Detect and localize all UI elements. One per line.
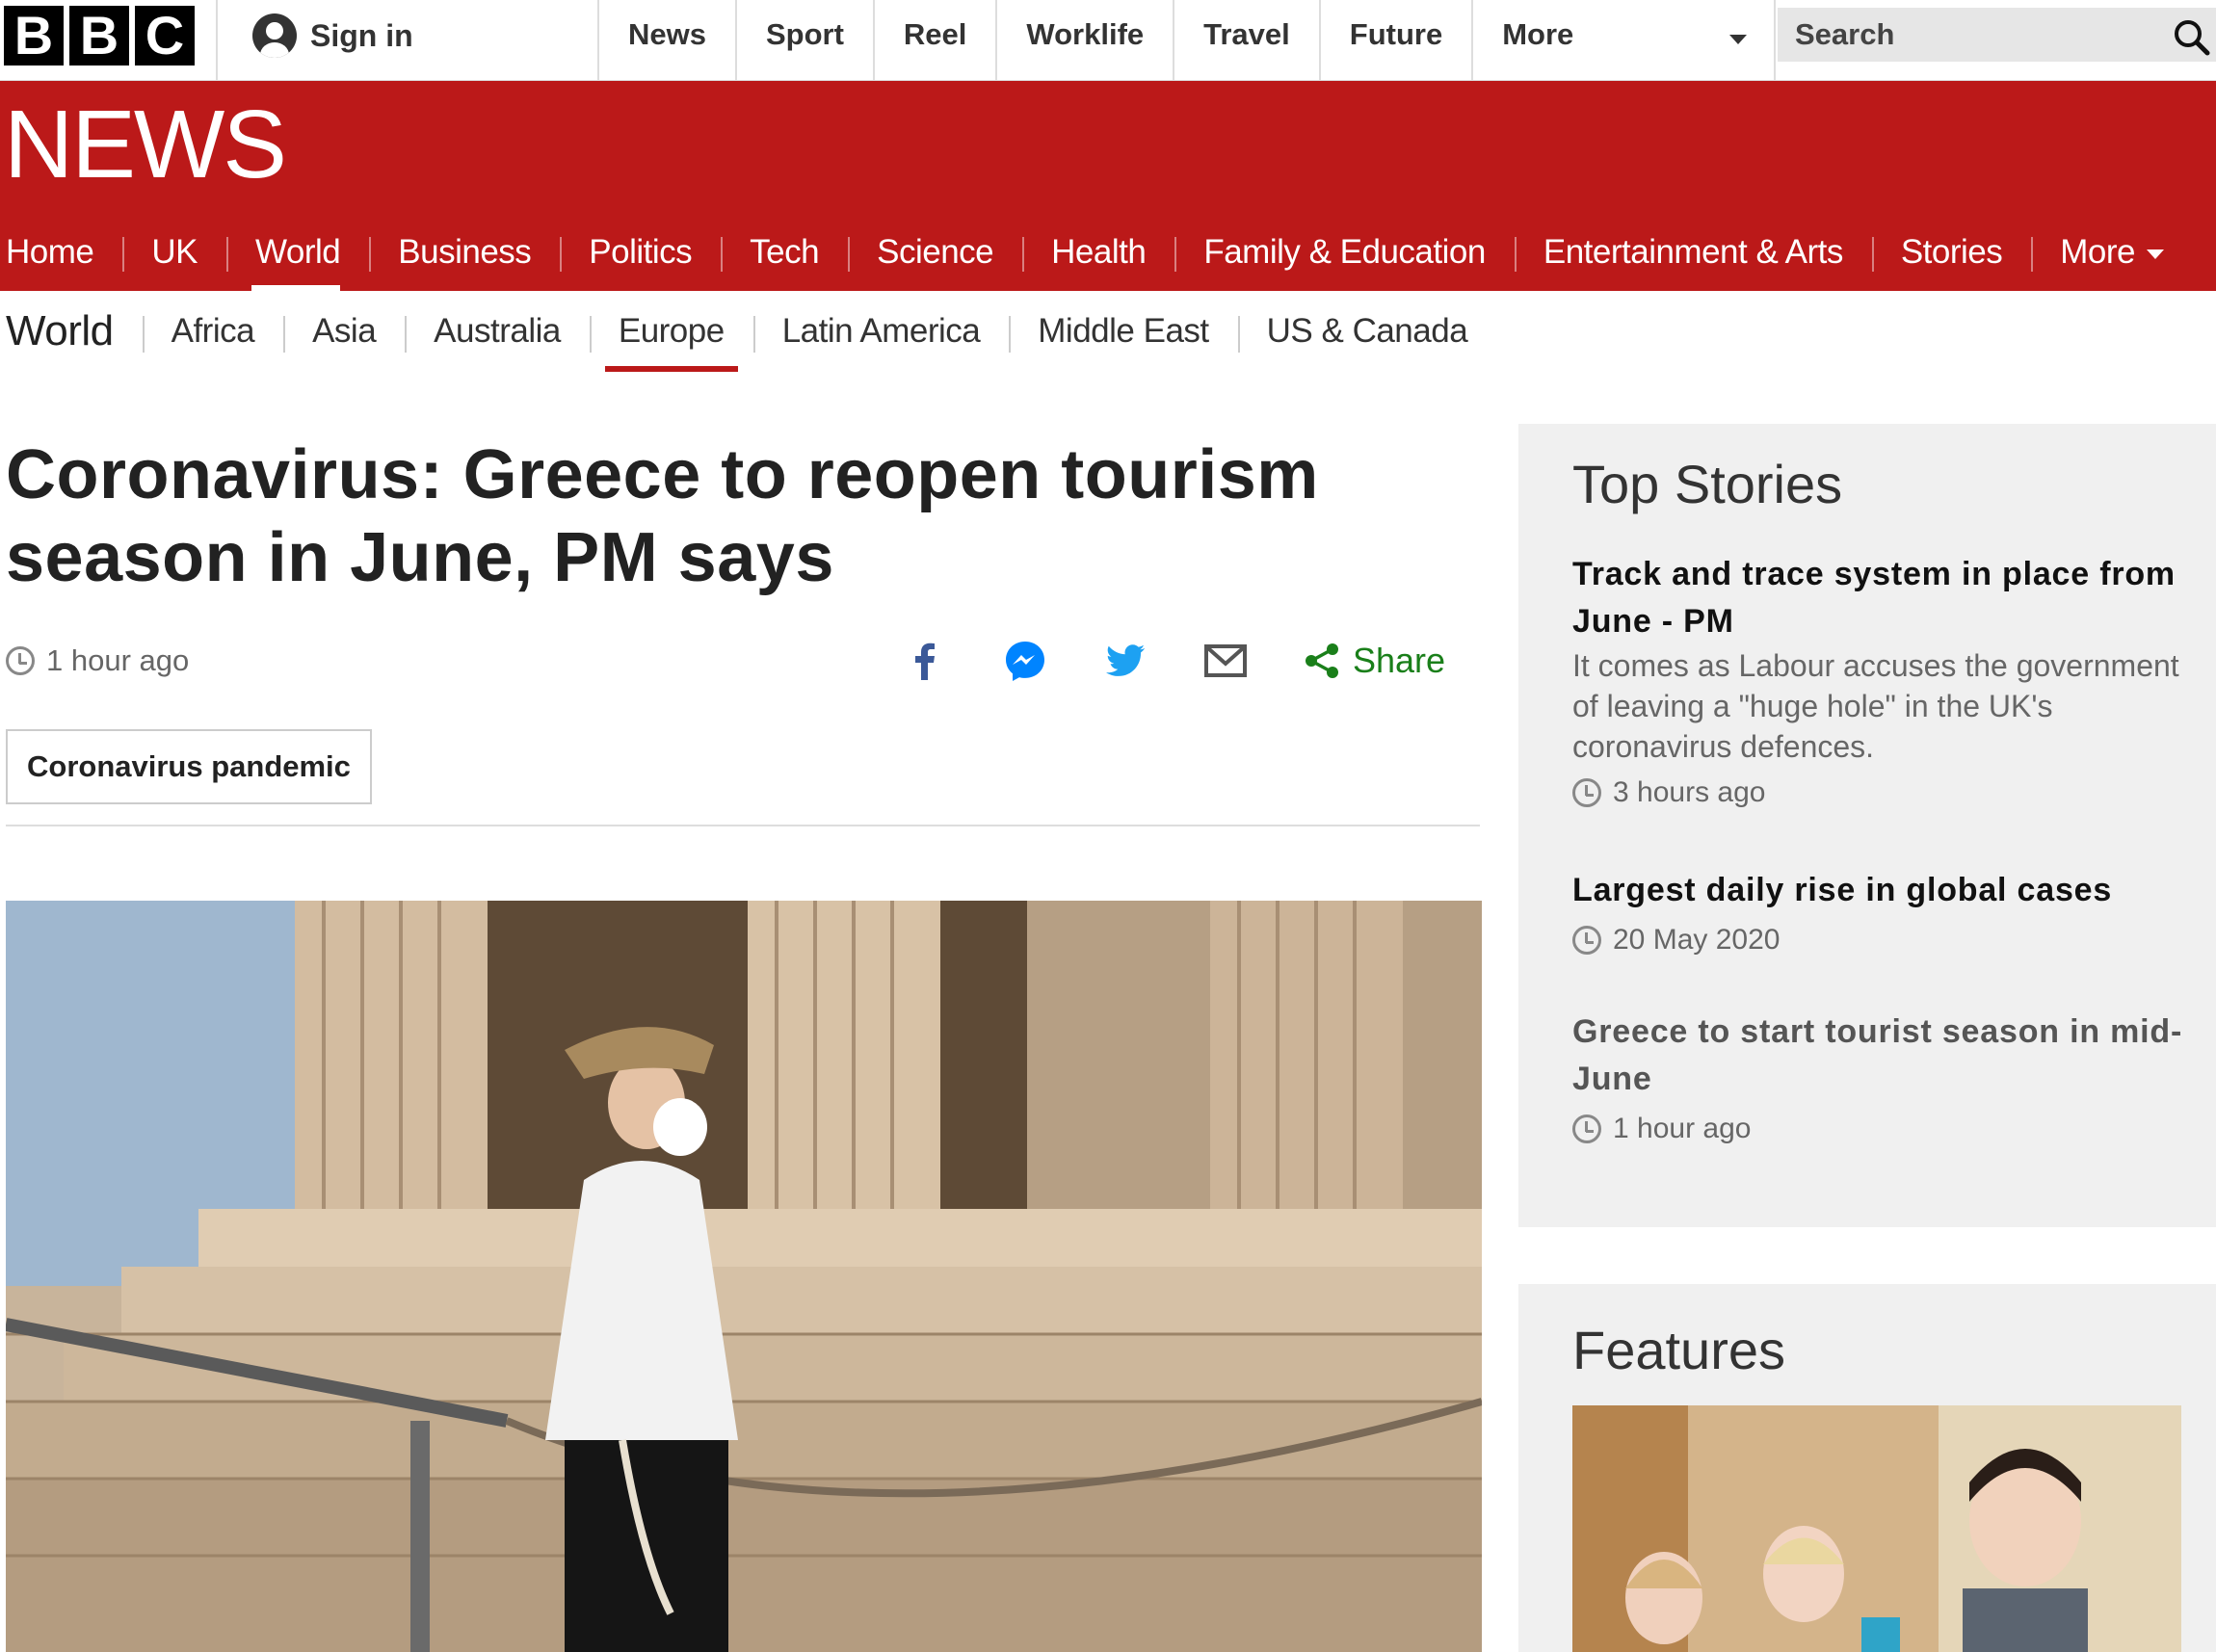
subnav-us-canada[interactable]: US & Canada (1237, 291, 1497, 372)
story-timestamp: 3 hours ago (1572, 776, 2189, 809)
subnav-australia[interactable]: Australia (405, 291, 590, 372)
sign-in-link[interactable]: Sign in (252, 13, 413, 58)
bbc-logo-letter: B (69, 6, 129, 66)
caret-down-icon (1729, 35, 1748, 44)
nav-family-education[interactable]: Family & Education (1174, 210, 1515, 291)
story-headline-link[interactable]: Track and trace system in place from Jun… (1572, 551, 2189, 645)
nav-more-button[interactable]: More (2031, 210, 2193, 291)
share-button[interactable]: Share (1303, 641, 1445, 681)
article-time: 1 hour ago (46, 643, 190, 677)
nav-business[interactable]: Business (369, 210, 560, 291)
share-label: Share (1353, 641, 1446, 680)
caret-down-icon (2147, 249, 2165, 259)
subnav-latin-america[interactable]: Latin America (752, 291, 1010, 372)
twitter-icon[interactable] (1102, 638, 1148, 684)
facebook-icon[interactable] (902, 638, 948, 684)
global-nav-sport[interactable]: Sport (734, 0, 873, 81)
story-time: 3 hours ago (1613, 776, 1766, 808)
search-box (1778, 8, 2216, 62)
top-stories-title: Top Stories (1572, 454, 1843, 514)
nav-uk[interactable]: UK (122, 210, 226, 291)
subnav-africa[interactable]: Africa (142, 291, 283, 372)
category-nav: Home UK World Business Politics Tech Sci… (0, 210, 2216, 291)
subnav-asia[interactable]: Asia (283, 291, 405, 372)
divider (216, 0, 218, 81)
subnav-middle-east[interactable]: Middle East (1009, 291, 1237, 372)
sign-in-label: Sign in (310, 17, 413, 53)
nav-home[interactable]: Home (0, 210, 122, 291)
search-input[interactable] (1795, 17, 2142, 52)
nav-more-label: More (2060, 233, 2136, 271)
article-headline: Coronavirus: Greece to reopen tourism se… (6, 436, 1319, 596)
email-icon[interactable] (1202, 638, 1249, 684)
share-icon (1306, 643, 1338, 678)
search-icon[interactable] (2172, 17, 2210, 56)
nav-science[interactable]: Science (848, 210, 1022, 291)
clock-icon (6, 646, 35, 675)
global-nav-links: News Sport Reel Worklife Travel Future M… (597, 0, 1777, 81)
divider (6, 825, 1480, 826)
global-nav-travel[interactable]: Travel (1173, 0, 1319, 81)
global-nav-reel[interactable]: Reel (872, 0, 995, 81)
clock-icon (1572, 778, 1601, 807)
story-timestamp: 20 May 2020 (1572, 924, 2189, 957)
acropolis-photo (6, 901, 1482, 1652)
user-icon (252, 13, 297, 58)
nav-entertainment-arts[interactable]: Entertainment & Arts (1514, 210, 1872, 291)
story-time: 20 May 2020 (1613, 924, 1781, 956)
feature-image[interactable] (1572, 1405, 2181, 1652)
features-panel: Features (1518, 1284, 2216, 1652)
story-time: 1 hour ago (1613, 1113, 1752, 1144)
messenger-icon[interactable] (1002, 638, 1048, 684)
article-hero-image (6, 901, 1482, 1652)
clock-icon (1572, 1114, 1601, 1143)
global-nav-news[interactable]: News (597, 0, 735, 81)
subnav-europe[interactable]: Europe (589, 291, 753, 372)
clock-icon (1572, 926, 1601, 955)
bbc-logo-letter: B (4, 6, 64, 66)
story-timestamp: 1 hour ago (1572, 1113, 2189, 1145)
nav-health[interactable]: Health (1022, 210, 1174, 291)
bbc-logo-letter: C (135, 6, 195, 66)
nav-tech[interactable]: Tech (721, 210, 848, 291)
children-photo (1572, 1405, 2181, 1652)
world-sub-nav: World Africa Asia Australia Europe Latin… (0, 291, 1496, 372)
global-nav-bar: B B C Sign in News Sport Reel Worklife T… (0, 0, 2216, 81)
top-story-item: Largest daily rise in global cases 20 Ma… (1572, 867, 2189, 957)
article-timestamp: 1 hour ago (6, 643, 189, 678)
story-headline-link[interactable]: Greece to start tourist season in mid-Ju… (1572, 1009, 2189, 1103)
nav-world[interactable]: World (226, 210, 369, 291)
top-story-item: Greece to start tourist season in mid-Ju… (1572, 1009, 2189, 1145)
global-nav-more-button[interactable]: More (1471, 0, 1777, 81)
global-nav-worklife[interactable]: Worklife (995, 0, 1173, 81)
bbc-logo[interactable]: B B C (4, 6, 195, 66)
share-tools: Share (902, 638, 1445, 684)
story-summary: It comes as Labour accuses the governmen… (1572, 648, 2179, 764)
global-nav-more-label: More (1502, 17, 1574, 51)
features-title: Features (1572, 1320, 1785, 1380)
top-stories-panel: Top Stories Track and trace system in pl… (1518, 424, 2216, 1227)
nav-politics[interactable]: Politics (560, 210, 721, 291)
global-nav-future[interactable]: Future (1318, 0, 1471, 81)
section-title[interactable]: World (0, 307, 143, 355)
news-logo[interactable]: NEWS (4, 96, 287, 193)
nav-stories[interactable]: Stories (1871, 210, 2031, 291)
story-headline-link[interactable]: Largest daily rise in global cases (1572, 867, 2189, 914)
top-story-item: Track and trace system in place from Jun… (1572, 551, 2189, 809)
news-header: NEWS (0, 81, 2216, 210)
topic-tag[interactable]: Coronavirus pandemic (6, 729, 372, 804)
